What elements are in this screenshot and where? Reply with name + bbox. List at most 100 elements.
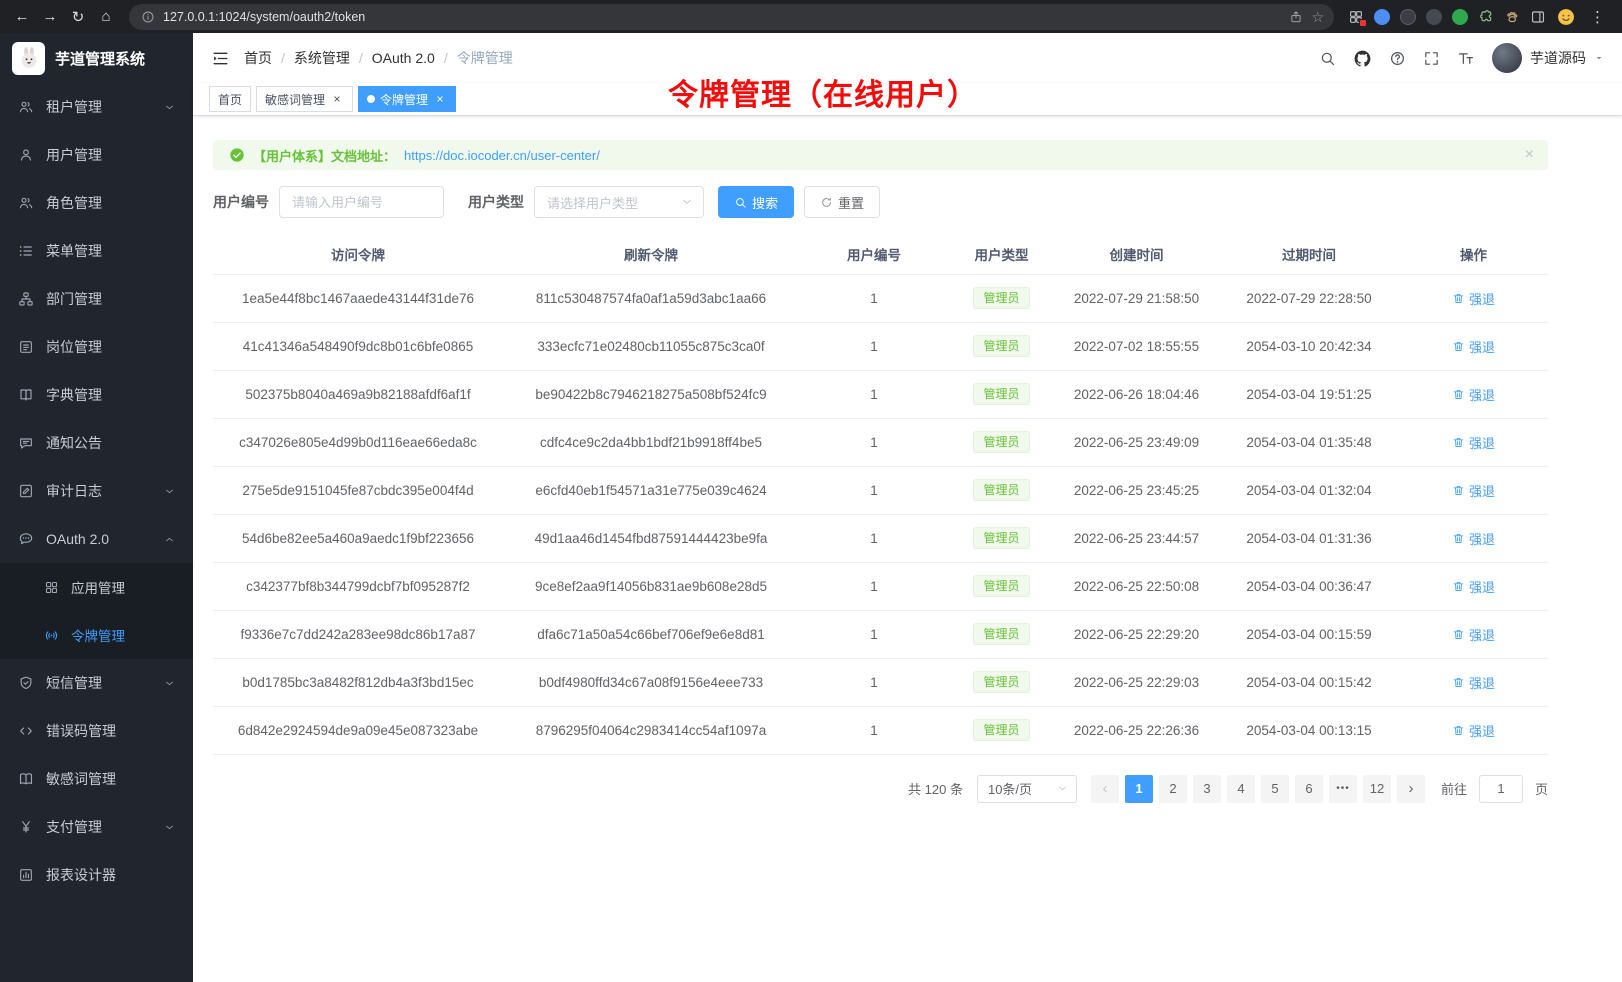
force-logout-button[interactable]: 强退	[1452, 577, 1495, 596]
force-logout-button[interactable]: 强退	[1452, 529, 1495, 548]
user-type-cell: 管理员	[949, 610, 1054, 658]
sidebar-item-dict[interactable]: 字典管理	[0, 371, 193, 419]
table-row: b0d1785bc3a8482f812db4a3f3bd15ecb0df4980…	[213, 658, 1548, 706]
tab-sensitive[interactable]: 敏感词管理×	[256, 86, 353, 112]
reset-button[interactable]: 重置	[804, 186, 880, 218]
sidebar: 芋道管理系统 租户管理用户管理角色管理菜单管理部门管理岗位管理字典管理通知公告审…	[0, 33, 193, 982]
refresh-token-cell: be90422b8c7946218275a508bf524fc9	[503, 370, 799, 418]
alert-close-icon[interactable]: ×	[1525, 147, 1534, 163]
user-type-select[interactable]: 请选择用户类型	[534, 186, 704, 218]
back-button[interactable]: ←	[9, 4, 35, 30]
sidebar-item-sms[interactable]: 短信管理	[0, 659, 193, 707]
goto-page-input[interactable]	[1479, 775, 1523, 803]
force-logout-button[interactable]: 强退	[1452, 625, 1495, 644]
chevron-down-icon	[681, 196, 693, 208]
doc-alert: 【用户体系】文档地址： https://doc.iocoder.cn/user-…	[213, 140, 1548, 170]
page-button-2[interactable]: 2	[1159, 775, 1187, 803]
page-button-3[interactable]: 3	[1193, 775, 1221, 803]
bookmark-star-icon[interactable]: ☆	[1311, 10, 1324, 24]
close-icon[interactable]: ×	[433, 92, 447, 106]
created-at-cell: 2022-06-25 23:49:09	[1054, 418, 1219, 466]
hamburger-icon	[211, 49, 230, 68]
sidebar-item-dept[interactable]: 部门管理	[0, 275, 193, 323]
breadcrumb-item[interactable]: 系统管理	[294, 48, 350, 68]
breadcrumb-item[interactable]: OAuth 2.0	[372, 50, 435, 66]
sidebar-item-sensitive[interactable]: 敏感词管理	[0, 755, 193, 803]
font-size-button[interactable]	[1457, 49, 1475, 67]
page-button-5[interactable]: 5	[1261, 775, 1289, 803]
search-button[interactable]	[1319, 50, 1336, 67]
breadcrumb-item[interactable]: 首页	[244, 48, 272, 68]
app-logo[interactable]: 芋道管理系统	[0, 33, 193, 83]
sidebar-item-user[interactable]: 用户管理	[0, 131, 193, 179]
close-icon[interactable]: ×	[330, 92, 344, 106]
sidebar-item-tenant[interactable]: 租户管理	[0, 83, 193, 131]
sidebar-item-post[interactable]: 岗位管理	[0, 323, 193, 371]
extension-badged-icon[interactable]	[1348, 9, 1364, 25]
force-logout-button[interactable]: 强退	[1452, 673, 1495, 692]
extension-green-icon[interactable]	[1452, 9, 1468, 25]
help-button[interactable]	[1389, 50, 1406, 67]
force-logout-button[interactable]: 强退	[1452, 481, 1495, 500]
page-size-select[interactable]: 10条/页	[977, 775, 1077, 803]
report-icon	[18, 867, 34, 883]
force-logout-label: 强退	[1469, 289, 1495, 308]
puzzle-extension-icon[interactable]	[1478, 9, 1494, 25]
force-logout-button[interactable]: 强退	[1452, 385, 1495, 404]
breadcrumb-separator: /	[359, 50, 363, 66]
more-pages-button[interactable]: •••	[1329, 775, 1357, 803]
force-logout-button[interactable]: 强退	[1452, 721, 1495, 740]
force-logout-button[interactable]: 强退	[1452, 433, 1495, 452]
sidebar-item-report[interactable]: 报表设计器	[0, 851, 193, 899]
sidebar-item-audit[interactable]: 审计日志	[0, 467, 193, 515]
page-button-4[interactable]: 4	[1227, 775, 1255, 803]
sidebar-item-role[interactable]: 角色管理	[0, 179, 193, 227]
page-button-12[interactable]: 12	[1363, 775, 1391, 803]
sidebar-toggle-button[interactable]	[211, 49, 230, 68]
force-logout-button[interactable]: 强退	[1452, 337, 1495, 356]
expires-at-cell: 2054-03-04 01:35:48	[1219, 418, 1399, 466]
sidebar-item-oauth2-app[interactable]: 应用管理	[0, 563, 193, 611]
home-button[interactable]: ⌂	[93, 4, 119, 30]
sidebar-item-errcode[interactable]: 错误码管理	[0, 707, 193, 755]
expires-at-cell: 2054-03-04 01:32:04	[1219, 466, 1399, 514]
page-button-6[interactable]: 6	[1295, 775, 1323, 803]
sidebar-item-oauth2-token[interactable]: 令牌管理	[0, 611, 193, 659]
sidebar-item-notice[interactable]: 通知公告	[0, 419, 193, 467]
extension-gray-icon[interactable]	[1426, 9, 1442, 25]
address-bar[interactable]: 127.0.0.1:1024/system/oauth2/token ☆	[129, 4, 1334, 30]
sidebar-item-menu[interactable]: 菜单管理	[0, 227, 193, 275]
doc-link[interactable]: https://doc.iocoder.cn/user-center/	[404, 148, 600, 163]
paw-extension-icon[interactable]	[1504, 9, 1520, 25]
user-id-label: 用户编号	[213, 192, 269, 212]
help-icon	[1389, 50, 1406, 67]
fullscreen-button[interactable]	[1423, 50, 1440, 67]
profile-avatar-icon[interactable]	[1556, 7, 1576, 27]
org-tree-icon	[18, 291, 34, 307]
tab-token[interactable]: 令牌管理×	[358, 86, 456, 112]
browser-menu-icon[interactable]: ⋮	[1586, 8, 1609, 26]
page-button-1[interactable]: 1	[1125, 775, 1153, 803]
site-info-icon[interactable]	[141, 10, 155, 24]
sidebar-item-pay[interactable]: 支付管理	[0, 803, 193, 851]
user-id-input[interactable]	[279, 186, 444, 218]
next-page-button[interactable]: ›	[1397, 775, 1425, 803]
extension-dark-icon[interactable]	[1400, 9, 1416, 25]
tab-home[interactable]: 首页	[209, 86, 251, 112]
action-cell: 强退	[1399, 274, 1548, 322]
created-at-cell: 2022-06-25 22:29:20	[1054, 610, 1219, 658]
sidebar-item-label: 菜单管理	[46, 241, 102, 261]
user-menu[interactable]: 芋道源码	[1492, 43, 1604, 73]
extension-blue-icon[interactable]	[1374, 9, 1390, 25]
reload-button[interactable]: ↻	[65, 4, 91, 30]
prev-page-button[interactable]: ‹	[1091, 775, 1119, 803]
side-panel-icon[interactable]	[1530, 9, 1546, 25]
forward-button[interactable]: →	[37, 4, 63, 30]
chevron-down-icon	[164, 486, 175, 497]
github-button[interactable]	[1353, 49, 1372, 68]
force-logout-button[interactable]: 强退	[1452, 289, 1495, 308]
sidebar-item-oauth2[interactable]: OAuth 2.0	[0, 515, 193, 563]
search-button[interactable]: 搜索	[718, 186, 794, 218]
share-icon[interactable]	[1289, 10, 1303, 24]
sidebar-item-label: 用户管理	[46, 145, 102, 165]
